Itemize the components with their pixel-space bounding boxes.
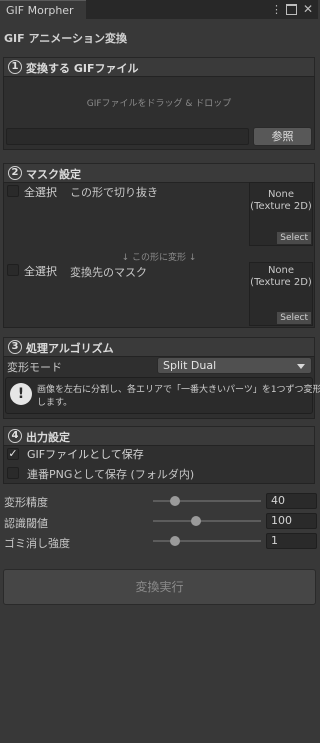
maximize-icon[interactable]	[286, 4, 297, 15]
section-2-header: 2 マスク設定	[3, 163, 315, 183]
window-tab[interactable]: GIF Morpher	[0, 0, 86, 19]
save-png-label: 連番PNGとして保存 (フォルダ内)	[27, 468, 195, 481]
save-png-checkbox[interactable]	[7, 467, 19, 479]
target-texture-none: None	[267, 265, 295, 276]
info-icon: !	[10, 383, 32, 405]
gif-path-field[interactable]	[6, 128, 249, 145]
section-1-header: 1 変換する GIFファイル	[3, 57, 315, 77]
target-mask-texture-field[interactable]: None (Texture 2D) Select	[249, 262, 313, 326]
source-texture-none: None	[267, 189, 295, 200]
mode-dropdown[interactable]: Split Dual	[157, 357, 312, 374]
threshold-field[interactable]: 100	[266, 513, 317, 529]
mode-help-line-1: 画像を左右に分割し、各エリアで「一番大きいパーツ」を1つずつ変形	[37, 385, 320, 395]
target-texture-type: (Texture 2D)	[250, 277, 312, 288]
mode-help-box: ! 画像を左右に分割し、各エリアで「一番大きいパーツ」を1つずつ変形 します。	[5, 377, 320, 414]
param-label-denoise: ゴミ消し強度	[4, 537, 70, 550]
section-1-number: 1	[8, 60, 22, 74]
target-mask-label: 変換先のマスク	[70, 266, 147, 279]
section-4-title: 出力設定	[26, 431, 70, 444]
select-all-target-checkbox[interactable]	[7, 264, 19, 276]
section-4-header: 4 出力設定	[3, 426, 315, 446]
select-all-target-label: 全選択	[24, 265, 57, 278]
threshold-slider-thumb[interactable]	[191, 516, 202, 526]
threshold-slider-track[interactable]	[153, 520, 261, 522]
source-mask-texture-field[interactable]: None (Texture 2D) Select	[249, 182, 313, 246]
select-all-source-checkbox[interactable]	[7, 185, 19, 197]
select-all-source-label: 全選択	[24, 186, 57, 199]
chevron-down-icon	[297, 364, 305, 369]
target-texture-select-button[interactable]: Select	[277, 312, 311, 324]
precision-slider-thumb[interactable]	[169, 496, 180, 506]
drop-zone-hint[interactable]: GIFファイルをドラッグ & ドロップ	[0, 96, 318, 109]
source-mask-label: この形で切り抜き	[70, 186, 158, 199]
save-gif-checkbox[interactable]: ✓	[7, 448, 19, 460]
save-gif-label: GIFファイルとして保存	[27, 448, 144, 461]
section-2-number: 2	[8, 166, 22, 180]
source-texture-type: (Texture 2D)	[250, 201, 312, 212]
more-icon[interactable]: ⋮	[271, 3, 282, 16]
section-3-title: 処理アルゴリズム	[26, 342, 114, 355]
close-icon[interactable]: ✕	[303, 2, 313, 16]
window-tab-label: GIF Morpher	[6, 4, 74, 17]
convert-button[interactable]: 変換実行	[3, 569, 316, 605]
param-label-threshold: 認識閾値	[4, 517, 48, 530]
section-4-number: 4	[8, 429, 22, 443]
mode-dropdown-value: Split Dual	[163, 359, 217, 372]
page-title: GIF アニメーション変換	[4, 32, 128, 45]
param-label-precision: 変形精度	[4, 496, 48, 509]
section-3-number: 3	[8, 340, 22, 354]
section-1-title: 変換する GIFファイル	[26, 62, 139, 75]
denoise-slider-thumb[interactable]	[169, 536, 180, 546]
mode-help-line-2: します。	[37, 398, 73, 408]
source-texture-select-button[interactable]: Select	[277, 232, 311, 244]
denoise-field[interactable]: 1	[266, 533, 317, 549]
precision-field[interactable]: 40	[266, 493, 317, 509]
section-3-header: 3 処理アルゴリズム	[3, 337, 315, 357]
section-2-title: マスク設定	[26, 168, 81, 181]
mode-label: 変形モード	[7, 361, 62, 374]
browse-button[interactable]: 参照	[253, 127, 312, 146]
